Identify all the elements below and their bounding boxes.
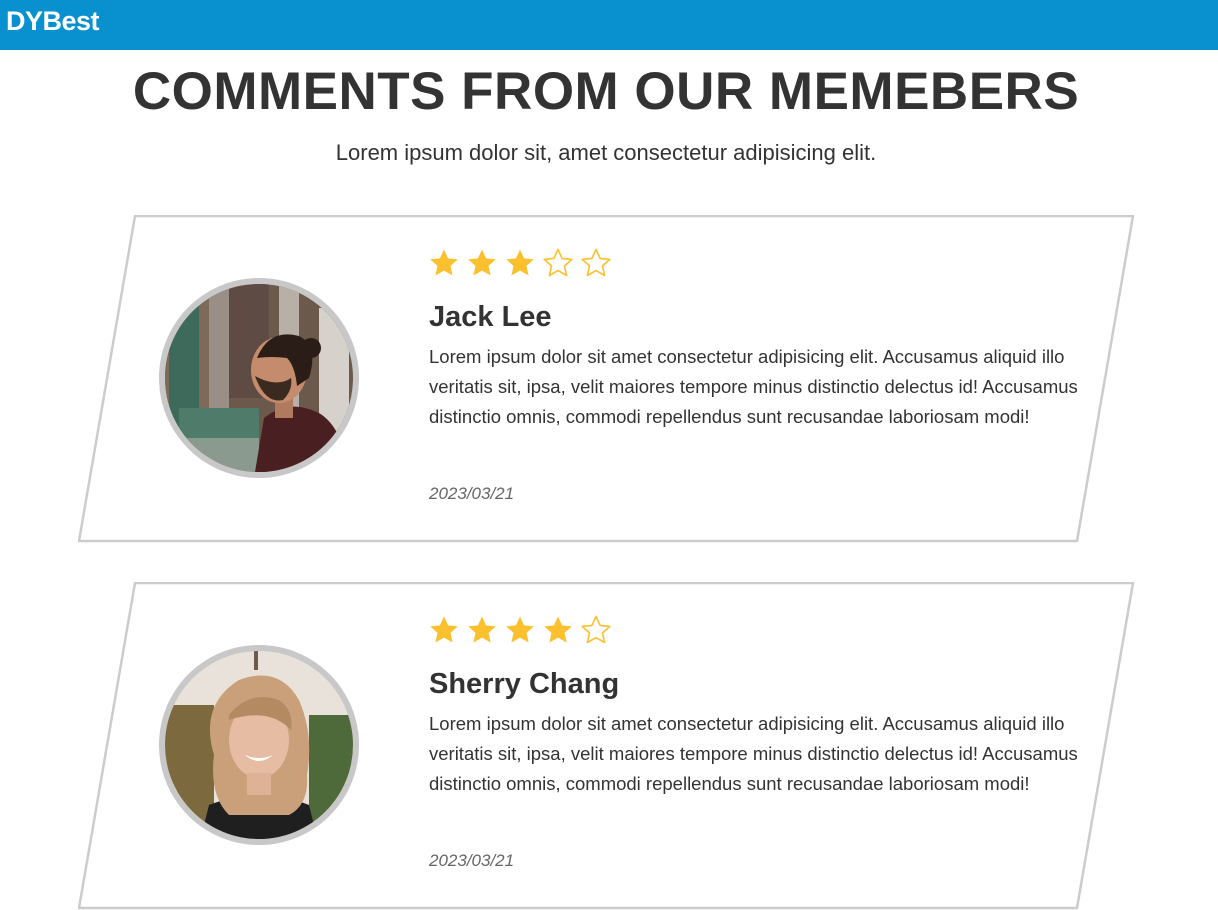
member-name: Sherry Chang bbox=[429, 668, 620, 700]
comment-date: 2023/03/21 bbox=[429, 484, 515, 503]
star-filled-icon bbox=[466, 247, 504, 279]
top-navbar: DYBest bbox=[0, 0, 1218, 50]
page-subtitle: Lorem ipsum dolor sit, amet consectetur … bbox=[335, 140, 877, 165]
comment-text: Lorem ipsum dolor sit amet consectetur a… bbox=[429, 346, 1078, 427]
star-empty-icon bbox=[580, 614, 618, 646]
star-filled-icon bbox=[466, 614, 504, 646]
star-rating bbox=[428, 614, 618, 646]
star-filled-icon bbox=[428, 614, 466, 646]
star-filled-icon bbox=[504, 614, 542, 646]
avatar bbox=[159, 645, 359, 845]
avatar bbox=[159, 278, 359, 478]
comment-card: Sherry Chang Lorem ipsum dolor sit amet … bbox=[78, 582, 1135, 910]
brand-logo[interactable]: DYBest bbox=[6, 5, 100, 37]
comment-text: Lorem ipsum dolor sit amet consectetur a… bbox=[429, 713, 1078, 794]
star-empty-icon bbox=[580, 247, 618, 279]
star-empty-icon bbox=[542, 247, 580, 279]
star-rating bbox=[428, 247, 618, 279]
member-name: Jack Lee bbox=[429, 301, 552, 333]
page-title: COMMENTS FROM OUR MEMEBERS bbox=[132, 62, 1080, 121]
star-filled-icon bbox=[542, 614, 580, 646]
comment-card: Jack Lee Lorem ipsum dolor sit amet cons… bbox=[78, 215, 1135, 543]
star-filled-icon bbox=[504, 247, 542, 279]
comment-date: 2023/03/21 bbox=[429, 851, 515, 870]
star-filled-icon bbox=[428, 247, 466, 279]
